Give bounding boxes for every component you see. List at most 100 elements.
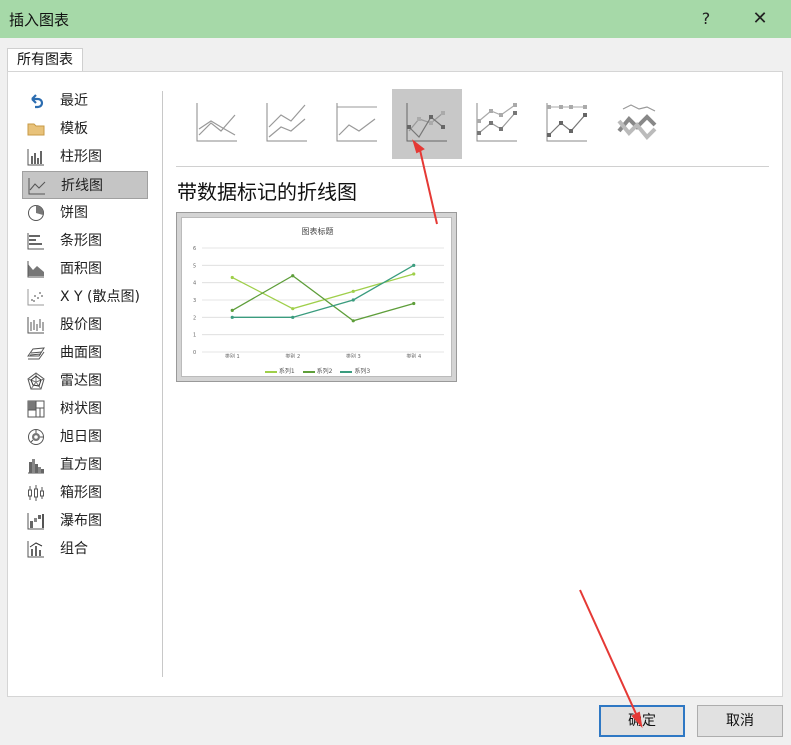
subtype-3d-line[interactable] xyxy=(602,89,672,159)
y-tick-label: 5 xyxy=(193,263,196,269)
chart-type-list: 最近 模板 柱形图 折线图 饼图 条形图 面积图 X Y (散点图) 股价图 曲… xyxy=(22,87,150,563)
histogram-chart-icon xyxy=(28,459,44,474)
legend-item: 系列2 xyxy=(302,368,332,375)
sidebar-item-box-whisker[interactable]: 箱形图 xyxy=(22,479,148,507)
sidebar-item-label: 饼图 xyxy=(60,205,88,221)
treemap-chart-icon xyxy=(27,400,45,418)
window-title: 插入图表 xyxy=(9,11,70,29)
sidebar-item-bar[interactable]: 条形图 xyxy=(22,227,148,255)
data-point xyxy=(412,272,416,276)
subtype-percent-stacked-line-markers[interactable] xyxy=(532,89,602,159)
sidebar-item-label: 折线图 xyxy=(61,178,103,194)
line-chart-subtype-icon xyxy=(196,103,237,142)
subtype-stacked-line[interactable] xyxy=(252,89,322,159)
surface-chart-icon xyxy=(27,347,45,360)
sidebar-item-label: 曲面图 xyxy=(60,345,102,361)
data-point xyxy=(230,315,234,319)
3d-line-subtype-icon xyxy=(617,104,657,140)
data-point xyxy=(412,263,416,267)
divider xyxy=(162,91,163,677)
cancel-button[interactable]: 取消 xyxy=(697,705,783,737)
chart-legend: 系列1 系列2 系列3 xyxy=(182,366,453,375)
ok-button[interactable]: 确定 xyxy=(599,705,685,737)
pie-chart-icon xyxy=(28,205,44,221)
sidebar-item-radar[interactable]: 雷达图 xyxy=(22,367,148,395)
bar-chart-icon xyxy=(27,233,44,250)
area-chart-icon xyxy=(27,261,44,278)
sidebar-item-templates[interactable]: 模板 xyxy=(22,115,148,143)
stacked-line-markers-subtype-icon xyxy=(476,103,517,142)
data-point xyxy=(291,307,295,311)
sidebar-item-label: 模板 xyxy=(60,121,88,137)
sidebar-item-label: X Y (散点图) xyxy=(60,289,140,305)
x-tick-label: 类别 4 xyxy=(406,353,421,358)
sidebar-item-label: 直方图 xyxy=(60,457,102,473)
sidebar-item-sunburst[interactable]: 旭日图 xyxy=(22,423,148,451)
y-tick-label: 6 xyxy=(193,246,196,252)
data-point xyxy=(291,274,295,278)
sidebar-item-label: 旭日图 xyxy=(60,429,102,445)
sidebar-item-recent[interactable]: 最近 xyxy=(22,87,148,115)
sidebar-item-scatter[interactable]: X Y (散点图) xyxy=(22,283,148,311)
sidebar-item-label: 组合 xyxy=(60,541,88,557)
title-bar: 插入图表 ? ✕ xyxy=(0,0,791,38)
y-tick-label: 4 xyxy=(193,281,196,287)
column-chart-icon xyxy=(27,149,44,166)
y-tick-label: 3 xyxy=(193,298,196,304)
chart-preview-canvas: 图表标题 0 1 2 3 4 5 6 类别 1 类别 2 类别 3 类别 4 系列1 系列2 系列3 xyxy=(181,217,452,377)
x-tick-label: 类别 2 xyxy=(285,353,300,358)
sidebar-item-area[interactable]: 面积图 xyxy=(22,255,148,283)
separator xyxy=(176,166,769,167)
folder-icon xyxy=(27,123,45,136)
data-point xyxy=(351,289,355,293)
sidebar-item-combo[interactable]: 组合 xyxy=(22,535,148,563)
data-point xyxy=(351,319,355,323)
subtype-line[interactable] xyxy=(182,89,252,159)
data-point xyxy=(230,308,234,312)
sidebar-item-label: 条形图 xyxy=(60,233,102,249)
sidebar-item-label: 最近 xyxy=(60,93,88,109)
x-tick-label: 类别 3 xyxy=(346,353,361,358)
sidebar-item-column[interactable]: 柱形图 xyxy=(22,143,148,171)
sidebar-item-label: 箱形图 xyxy=(60,485,102,501)
sidebar-item-waterfall[interactable]: 瀑布图 xyxy=(22,507,148,535)
sidebar-item-label: 瀑布图 xyxy=(60,513,102,529)
data-point xyxy=(230,275,234,280)
percent-stacked-line-markers-subtype-icon xyxy=(546,103,587,142)
dialog-panel: 最近 模板 柱形图 折线图 饼图 条形图 面积图 X Y (散点图) 股价图 曲… xyxy=(7,71,783,697)
sidebar-item-surface[interactable]: 曲面图 xyxy=(22,339,148,367)
sidebar-item-label: 树状图 xyxy=(60,401,102,417)
line-chart: 0 1 2 3 4 5 6 类别 1 类别 2 类别 3 类别 4 xyxy=(193,246,444,358)
subtype-percent-stacked-line[interactable] xyxy=(322,89,392,159)
y-tick-label: 2 xyxy=(193,315,196,321)
legend-label: 系列3 xyxy=(354,368,371,375)
subtype-line-with-markers[interactable] xyxy=(392,89,462,159)
undo-icon xyxy=(31,94,44,109)
sidebar-item-line[interactable]: 折线图 xyxy=(22,171,148,199)
line-chart-icon xyxy=(28,178,46,195)
box-whisker-chart-icon xyxy=(28,485,44,501)
sidebar-item-treemap[interactable]: 树状图 xyxy=(22,395,148,423)
series-line xyxy=(231,273,414,310)
sidebar-item-label: 股价图 xyxy=(60,317,102,333)
waterfall-chart-icon xyxy=(27,513,44,530)
data-point xyxy=(412,301,416,306)
stock-chart-icon xyxy=(27,317,44,334)
legend-item: 系列1 xyxy=(264,368,295,375)
percent-stacked-line-subtype-icon xyxy=(336,103,377,142)
sidebar-item-stock[interactable]: 股价图 xyxy=(22,311,148,339)
legend-label: 系列1 xyxy=(278,368,295,375)
combo-chart-icon xyxy=(27,541,44,558)
sidebar-item-pie[interactable]: 饼图 xyxy=(22,199,148,227)
help-icon[interactable]: ? xyxy=(695,5,717,33)
subtype-stacked-line-markers[interactable] xyxy=(462,89,532,159)
tab-all-charts[interactable]: 所有图表 xyxy=(7,48,83,72)
y-tick-label: 0 xyxy=(193,350,196,356)
line-with-markers-subtype-icon xyxy=(406,103,447,142)
y-tick-label: 1 xyxy=(193,333,196,339)
sidebar-item-histogram[interactable]: 直方图 xyxy=(22,451,148,479)
close-icon[interactable]: ✕ xyxy=(748,5,772,33)
sidebar-item-label: 柱形图 xyxy=(60,149,102,165)
data-point xyxy=(291,315,295,319)
chart-preview: 图表标题 0 1 2 3 4 5 6 类别 1 类别 2 类别 3 类别 4 系列1 系列2 系列3 xyxy=(176,212,457,382)
